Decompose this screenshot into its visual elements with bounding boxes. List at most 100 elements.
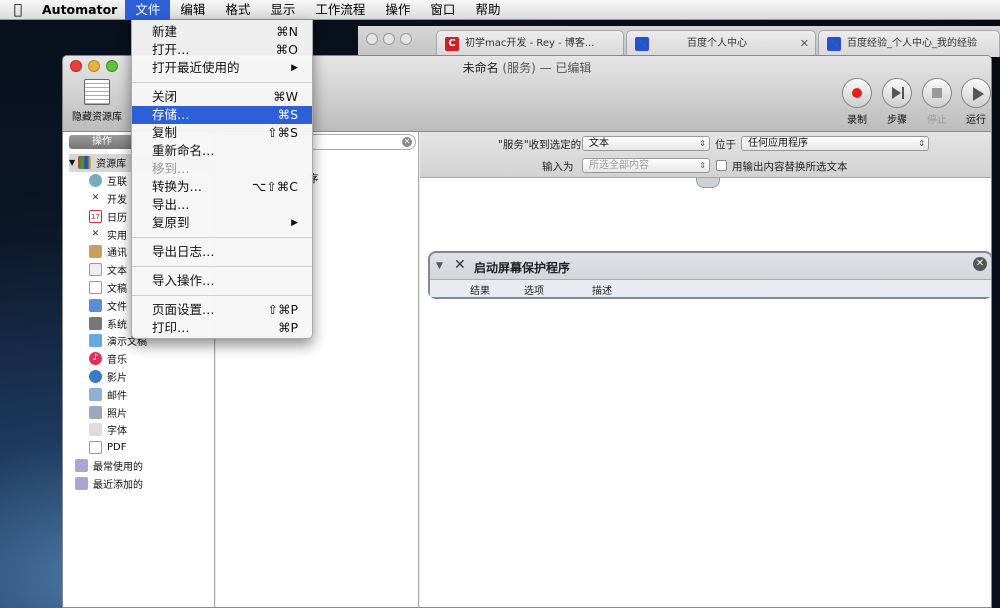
menu-format[interactable]: 格式 bbox=[215, 0, 260, 20]
step-label: 步骤 bbox=[887, 115, 907, 126]
replace-selected-text-checkbox[interactable] bbox=[716, 160, 727, 171]
app-menu[interactable]: Automator bbox=[36, 0, 125, 20]
tab-close-icon[interactable]: ✕ bbox=[800, 31, 809, 57]
smart-group-recently-added[interactable]: 最近添加的 bbox=[69, 474, 213, 492]
calendar-icon: 17 bbox=[89, 209, 102, 223]
select-arrows-icon: ⇕ bbox=[918, 139, 925, 148]
library-books-icon bbox=[78, 156, 92, 170]
stop-label: 停止 bbox=[927, 115, 947, 126]
menu-item-rename[interactable]: 重新命名… bbox=[132, 142, 312, 160]
menu-item-duplicate[interactable]: 复制 ⇧⌘S bbox=[132, 124, 312, 142]
menu-item-import-actions[interactable]: 导入操作… bbox=[132, 272, 312, 290]
system-icon bbox=[89, 316, 102, 330]
select-arrows-icon: ⇕ bbox=[699, 139, 706, 148]
browser-zoom-light[interactable] bbox=[400, 33, 412, 45]
menu-view[interactable]: 显示 bbox=[260, 0, 305, 20]
shortcut: ⌘W bbox=[273, 89, 298, 104]
shortcut: ⌘O bbox=[275, 42, 298, 57]
menu-separator bbox=[132, 266, 312, 267]
library-item-mail[interactable]: 邮件 bbox=[89, 385, 213, 403]
library-item-music[interactable]: ♪ 音乐 bbox=[89, 350, 213, 368]
input-type-select[interactable]: 文本 ⇕ bbox=[582, 136, 710, 151]
record-button[interactable]: 录制 bbox=[837, 78, 877, 126]
menu-help[interactable]: 帮助 bbox=[465, 0, 510, 20]
run-icon bbox=[961, 78, 991, 108]
record-label: 录制 bbox=[847, 115, 867, 126]
smart-folder-icon bbox=[75, 476, 88, 490]
mail-icon bbox=[89, 387, 102, 401]
menu-item-open-recent[interactable]: 打开最近使用的 ▶ bbox=[132, 59, 312, 77]
shortcut: ⇧⌘P bbox=[267, 302, 298, 317]
browser-minimize-light[interactable] bbox=[383, 33, 395, 45]
browser-tab-3[interactable]: 🐾 百度经验_个人中心_我的经验 bbox=[818, 30, 1000, 57]
step-icon bbox=[882, 78, 912, 108]
hide-library-button[interactable]: 隐藏资源库 bbox=[70, 79, 124, 123]
run-button[interactable]: 运行 bbox=[956, 78, 991, 126]
menu-bar:  Automator 文件 编辑 格式 显示 工作流程 操作 窗口 帮助 bbox=[0, 0, 1000, 20]
stop-icon bbox=[922, 78, 952, 108]
menu-item-page-setup[interactable]: 页面设置… ⇧⌘P bbox=[132, 301, 312, 319]
disclosure-triangle-icon[interactable]: ▼ bbox=[69, 158, 75, 167]
clear-search-icon[interactable]: ✕ bbox=[402, 137, 412, 147]
browser-tab-2[interactable]: 🐾 百度个人中心 ✕ bbox=[626, 30, 816, 57]
browser-tab-1[interactable]: C 初学mac开发 - Rey - 博客... bbox=[436, 30, 624, 57]
input-is-select[interactable]: 所选全部内容 ⇕ bbox=[582, 158, 710, 173]
remove-action-icon[interactable]: ✕ bbox=[973, 257, 987, 271]
stop-button[interactable]: 停止 bbox=[917, 78, 957, 126]
menu-edit[interactable]: 编辑 bbox=[170, 0, 215, 20]
action-card-tabs: 结果 选项 描述 bbox=[430, 279, 991, 297]
run-label: 运行 bbox=[966, 115, 986, 126]
document-name: 未命名 bbox=[462, 61, 499, 75]
watermark-brand: Bai 经验 bbox=[770, 516, 946, 560]
smart-group-most-used[interactable]: 最常使用的 bbox=[69, 457, 213, 475]
menu-item-save[interactable]: 存储… ⌘S bbox=[132, 106, 312, 124]
library-item-fonts[interactable]: 字体 bbox=[89, 421, 213, 439]
library-item-movies[interactable]: 影片 bbox=[89, 368, 213, 386]
document-icon bbox=[89, 280, 102, 294]
disclosure-triangle-icon[interactable]: ▼ bbox=[436, 261, 443, 271]
quicktime-icon bbox=[89, 369, 102, 383]
menu-actions[interactable]: 操作 bbox=[375, 0, 420, 20]
actions-tab[interactable]: 操作 bbox=[69, 135, 135, 149]
tools-icon: ✕ bbox=[91, 192, 100, 203]
utilities-icon: ✕ bbox=[91, 228, 100, 239]
replace-selected-text-label: 用输出内容替换所选文本 bbox=[732, 161, 848, 173]
library-item-pdf[interactable]: PDF bbox=[89, 439, 213, 457]
tab-description[interactable]: 描述 bbox=[592, 282, 612, 297]
address-book-icon bbox=[89, 245, 102, 259]
menu-item-export-log[interactable]: 导出日志… bbox=[132, 243, 312, 261]
apple-menu-icon[interactable]:  bbox=[0, 0, 36, 20]
menu-item-close[interactable]: 关闭 ⌘W bbox=[132, 88, 312, 106]
baidu-favicon-icon: 🐾 bbox=[827, 37, 841, 51]
action-title: 启动屏幕保护程序 bbox=[474, 261, 571, 275]
menu-item-move-to: 移到… bbox=[152, 161, 190, 176]
service-receives-label: "服务"收到选定的 bbox=[498, 139, 582, 151]
action-card[interactable]: ▼ ✕ 启动屏幕保护程序 ✕ 结果 选项 描述 bbox=[428, 251, 991, 299]
browser-tab-title: 百度个人中心 bbox=[687, 38, 747, 49]
step-button[interactable]: 步骤 bbox=[877, 78, 917, 126]
library-item-photos[interactable]: 照片 bbox=[89, 403, 213, 421]
select-arrows-icon: ⇕ bbox=[699, 161, 706, 170]
application-select[interactable]: 任何应用程序 ⇕ bbox=[741, 136, 929, 151]
menu-workflow[interactable]: 工作流程 bbox=[305, 0, 375, 20]
watermark-url: jingyan.baidu.com bbox=[770, 564, 875, 579]
menu-item-open[interactable]: 打开… ⌘O bbox=[132, 41, 312, 59]
location-label: 位于 bbox=[715, 139, 736, 151]
tab-options[interactable]: 选项 bbox=[524, 282, 544, 297]
menu-item-revert-to[interactable]: 复原到 ▶ bbox=[132, 214, 312, 232]
menu-separator bbox=[132, 237, 312, 238]
menu-file[interactable]: 文件 bbox=[125, 0, 171, 20]
browser-close-light[interactable] bbox=[366, 33, 378, 45]
service-config-bar: "服务"收到选定的 文本 ⇕ 位于 任何应用程序 ⇕ 输入为 所选全部内容 ⇕ 用输出… bbox=[420, 132, 991, 178]
browser-tab-title: 百度经验_个人中心_我的经验 bbox=[847, 38, 977, 49]
tab-results[interactable]: 结果 bbox=[470, 282, 490, 297]
menu-item-convert-to[interactable]: 转换为… ⌥⇧⌘C bbox=[132, 178, 312, 196]
library-icon bbox=[84, 79, 110, 105]
photos-icon bbox=[89, 405, 102, 419]
menu-item-export[interactable]: 导出… bbox=[132, 196, 312, 214]
shortcut: ⇧⌘S bbox=[267, 125, 298, 140]
menu-item-new[interactable]: 新建 ⌘N bbox=[132, 23, 312, 41]
menu-window[interactable]: 窗口 bbox=[420, 0, 465, 20]
menu-item-print[interactable]: 打印… ⌘P bbox=[132, 319, 312, 337]
globe-icon bbox=[89, 174, 102, 188]
